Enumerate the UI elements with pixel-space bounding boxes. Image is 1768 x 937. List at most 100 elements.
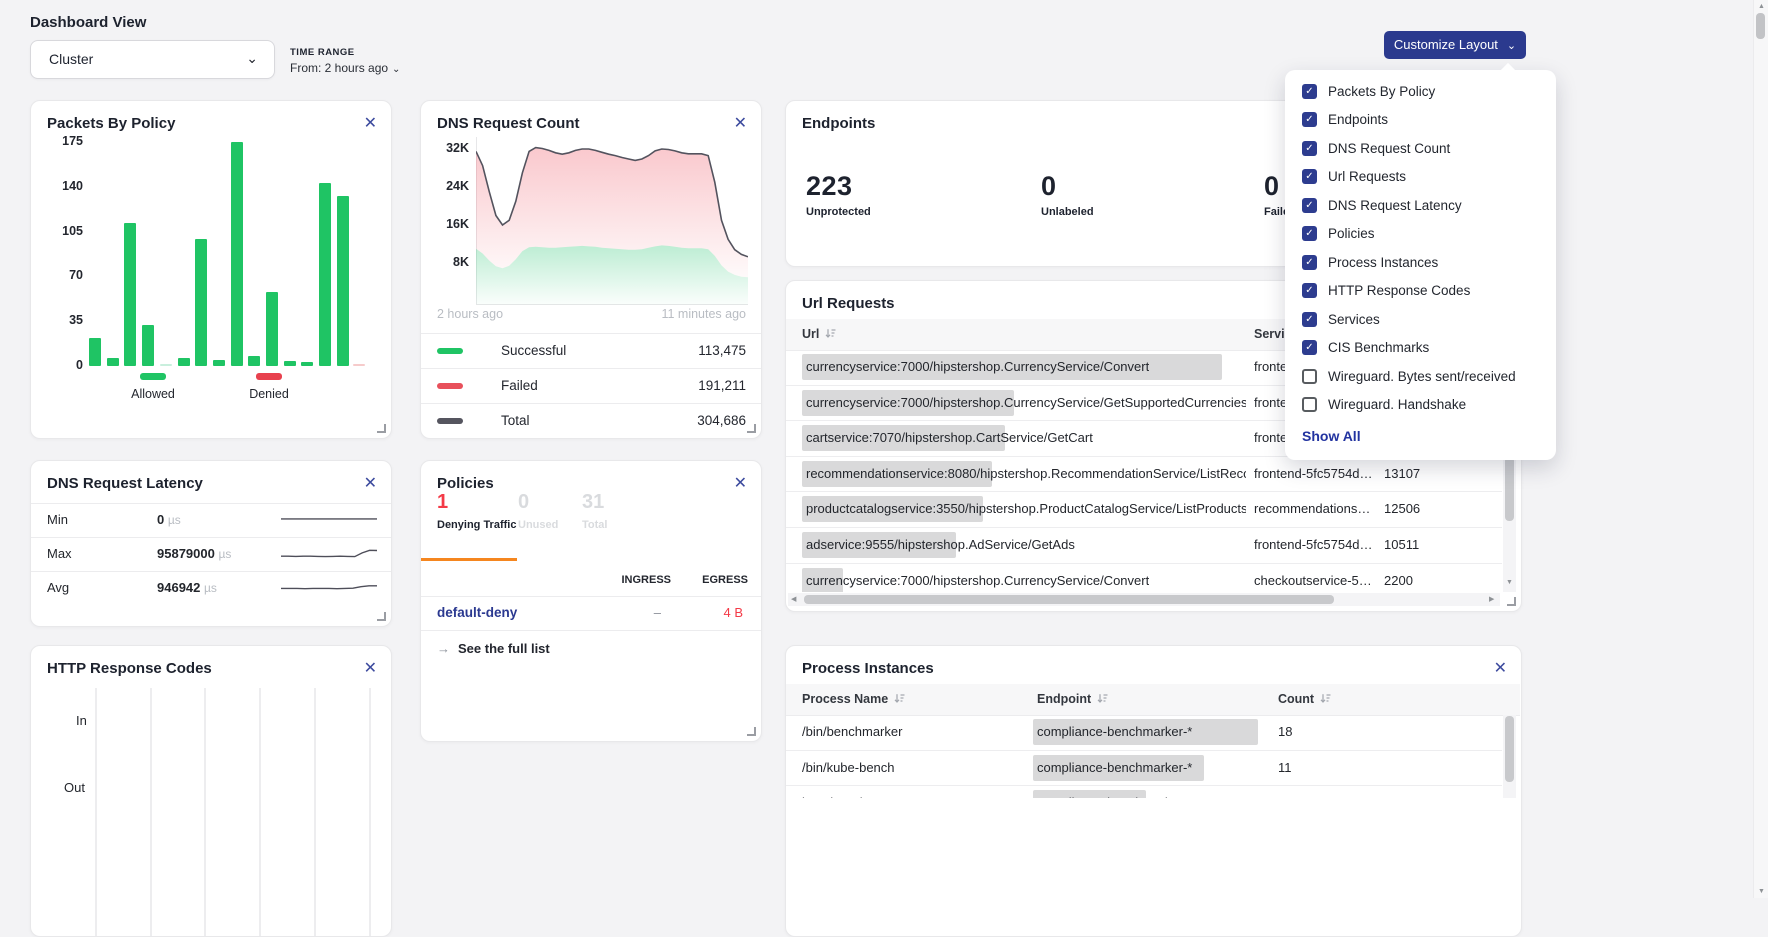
unchecked-checkbox-icon[interactable]	[1302, 369, 1317, 384]
process-name-column-header[interactable]: Process Name	[802, 692, 905, 706]
resize-grip-icon[interactable]	[747, 727, 756, 736]
see-full-list-link[interactable]: →See the full list	[437, 641, 550, 656]
resize-grip-icon[interactable]	[747, 424, 756, 433]
customize-layout-button[interactable]: Customize Layout⌄	[1384, 31, 1526, 59]
arrow-right-icon: →	[437, 641, 450, 656]
dns-request-latency-card: DNS Request Latency ✕ Min 0 µs Max 95879…	[30, 460, 392, 627]
legend-label: Failed	[501, 378, 538, 393]
url-column-header[interactable]: Url	[802, 327, 836, 341]
time-range: TIME RANGE From: 2 hours ago⌄	[290, 47, 400, 75]
sort-icon[interactable]	[888, 692, 905, 706]
process-name-cell: benchmarker	[802, 795, 878, 798]
policies-tab-unused[interactable]: 0 Unused	[518, 491, 558, 531]
menu-item-dns-request-count[interactable]: ✓ DNS Request Count	[1285, 134, 1556, 163]
sort-icon[interactable]	[819, 327, 836, 341]
latency-metric-label: Min	[47, 512, 68, 527]
y-axis-tick-label: 175	[39, 134, 83, 148]
resize-grip-icon[interactable]	[377, 424, 386, 433]
close-icon[interactable]: ✕	[364, 113, 377, 133]
legend-label: Successful	[501, 343, 566, 358]
card-title: Endpoints	[802, 115, 875, 132]
checked-checkbox-icon[interactable]: ✓	[1302, 340, 1317, 355]
menu-notch	[1501, 63, 1515, 77]
sort-icon[interactable]	[1091, 692, 1108, 706]
y-axis-tick-label: 16K	[433, 217, 469, 231]
close-icon[interactable]: ✕	[734, 113, 747, 133]
process-table-rows: /bin/benchmarker compliance-benchmarker-…	[786, 715, 1502, 798]
menu-item-process-instances[interactable]: ✓ Process Instances	[1285, 248, 1556, 277]
menu-item-services[interactable]: ✓ Services	[1285, 305, 1556, 334]
page-scrollbar[interactable]: ▲ ▼	[1753, 0, 1768, 898]
card-title: Packets By Policy	[47, 115, 175, 132]
unchecked-checkbox-icon[interactable]	[1302, 397, 1317, 412]
process-row[interactable]: /bin/kube-bench compliance-benchmarker-*…	[786, 751, 1502, 787]
process-row[interactable]: benchmarker compliance-benchmarker-* 9	[786, 786, 1502, 798]
endpoint-column-header[interactable]: Endpoint	[1037, 692, 1108, 706]
url-request-row[interactable]: recommendationservice:8080/hipstershop.R…	[786, 457, 1502, 493]
service-cell: frontend-5fc5754db…	[1254, 537, 1376, 552]
packets-by-policy-card: Packets By Policy ✕ 03570105140175 Allow…	[30, 100, 392, 439]
resize-grip-icon[interactable]	[1507, 597, 1516, 606]
policies-tab-total[interactable]: 31 Total	[582, 491, 607, 531]
view-selector[interactable]: Cluster ⌄	[30, 40, 275, 79]
menu-item-url-requests[interactable]: ✓ Url Requests	[1285, 163, 1556, 192]
policies-tab-denying-traffic[interactable]: 1 Denying Traffic	[437, 491, 516, 531]
menu-item-cis-benchmarks[interactable]: ✓ CIS Benchmarks	[1285, 334, 1556, 363]
process-row[interactable]: /bin/benchmarker compliance-benchmarker-…	[786, 715, 1502, 751]
menu-item-wireguard-handshake[interactable]: Wireguard. Handshake	[1285, 391, 1556, 420]
dns-legend: Successful 113,475 Failed 191,211 Total …	[421, 333, 761, 438]
scroll-down-icon[interactable]: ▼	[1506, 579, 1513, 586]
chevron-down-icon: ⌄	[392, 64, 400, 75]
menu-item-policies[interactable]: ✓ Policies	[1285, 220, 1556, 249]
close-icon[interactable]: ✕	[364, 473, 377, 493]
menu-item-packets-by-policy[interactable]: ✓ Packets By Policy	[1285, 77, 1556, 106]
allowed-bar	[195, 239, 207, 366]
menu-item-wireguard-bytes-sent-received[interactable]: Wireguard. Bytes sent/received	[1285, 362, 1556, 391]
y-axis-tick-label: 32K	[433, 141, 469, 155]
gridline	[95, 688, 97, 936]
scrollbar-thumb[interactable]	[1505, 716, 1514, 782]
y-axis-tick-label: 0	[39, 358, 83, 372]
scroll-left-icon[interactable]: ◀	[791, 596, 796, 603]
url-request-row[interactable]: productcatalogservice:3550/hipstershop.P…	[786, 492, 1502, 528]
legend-item: Allowed	[108, 373, 198, 401]
checked-checkbox-icon[interactable]: ✓	[1302, 169, 1317, 184]
sort-icon[interactable]	[1314, 692, 1331, 706]
close-icon[interactable]: ✕	[364, 658, 377, 678]
count-column-header[interactable]: Count	[1278, 692, 1331, 706]
allowed-bar	[107, 358, 119, 366]
scroll-up-icon[interactable]: ▲	[1758, 3, 1765, 10]
checked-checkbox-icon[interactable]: ✓	[1302, 141, 1317, 156]
checked-checkbox-icon[interactable]: ✓	[1302, 112, 1317, 127]
latency-unit: µs	[204, 581, 217, 595]
menu-item-endpoints[interactable]: ✓ Endpoints	[1285, 106, 1556, 135]
tab-value: 31	[582, 491, 607, 514]
menu-item-http-response-codes[interactable]: ✓ HTTP Response Codes	[1285, 277, 1556, 306]
scrollbar-thumb[interactable]	[804, 595, 1334, 604]
url-request-row[interactable]: currencyservice:7000/hipstershop.Currenc…	[786, 564, 1502, 592]
menu-item-dns-request-latency[interactable]: ✓ DNS Request Latency	[1285, 191, 1556, 220]
scroll-down-icon[interactable]: ▼	[1758, 888, 1765, 895]
checked-checkbox-icon[interactable]: ✓	[1302, 198, 1317, 213]
close-icon[interactable]: ✕	[1494, 658, 1507, 678]
count-cell: 18	[1278, 724, 1292, 739]
scroll-right-icon[interactable]: ▶	[1489, 596, 1494, 603]
resize-grip-icon[interactable]	[377, 612, 386, 621]
close-icon[interactable]: ✕	[734, 473, 747, 493]
url-request-row[interactable]: adservice:9555/hipstershop.AdService/Get…	[786, 528, 1502, 564]
menu-item-label: Services	[1328, 312, 1380, 327]
http-response-codes-card: HTTP Response Codes ✕ In Out	[30, 645, 392, 937]
menu-item-label: Policies	[1328, 226, 1375, 241]
show-all-link[interactable]: Show All	[1285, 419, 1556, 444]
url-cell: adservice:9555/hipstershop.AdService/Get…	[806, 537, 1075, 552]
scrollbar-thumb[interactable]	[1756, 13, 1765, 39]
checked-checkbox-icon[interactable]: ✓	[1302, 226, 1317, 241]
checked-checkbox-icon[interactable]: ✓	[1302, 84, 1317, 99]
checked-checkbox-icon[interactable]: ✓	[1302, 283, 1317, 298]
checked-checkbox-icon[interactable]: ✓	[1302, 255, 1317, 270]
menu-item-label: Wireguard. Handshake	[1328, 397, 1466, 412]
time-range-value[interactable]: From: 2 hours ago⌄	[290, 61, 400, 75]
scrollbar-thumb[interactable]	[1505, 457, 1514, 521]
checked-checkbox-icon[interactable]: ✓	[1302, 312, 1317, 327]
policy-name-link[interactable]: default-deny	[437, 605, 517, 620]
